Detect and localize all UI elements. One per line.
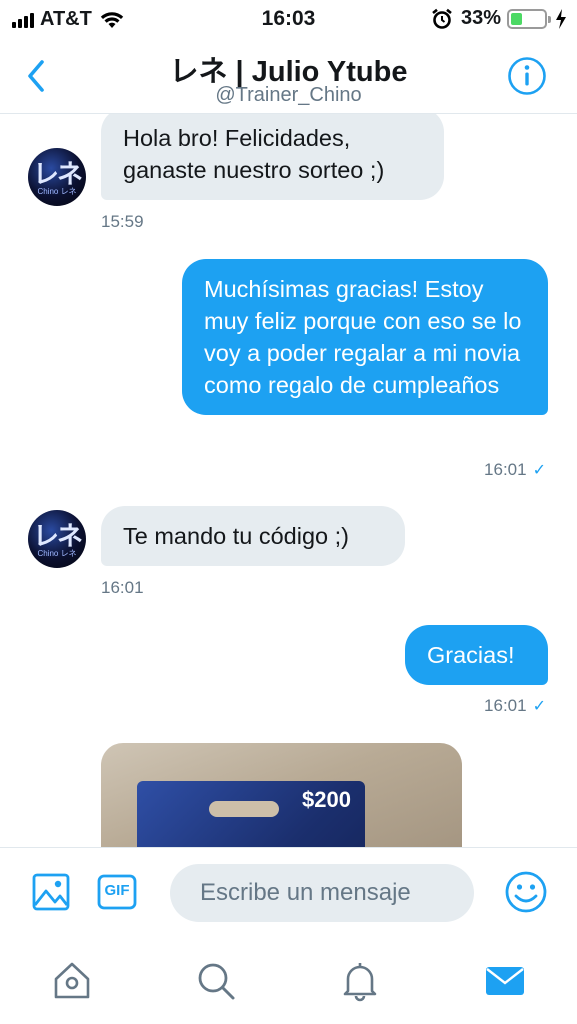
emoji-icon[interactable]	[504, 870, 548, 914]
battery-fill	[511, 12, 522, 25]
message-timestamp: 16:01	[101, 578, 144, 597]
charging-icon	[556, 8, 566, 29]
conversation-handle[interactable]: @Trainer_Chino	[0, 84, 577, 107]
avatar[interactable]: レネ Chino レネ	[28, 510, 86, 568]
card-hanger-hole	[209, 801, 279, 817]
image-icon[interactable]	[31, 872, 71, 912]
alarm-icon	[432, 8, 452, 29]
message-bubble-incoming[interactable]: Te mando tu código ;)	[101, 506, 405, 566]
image-message[interactable]: $200	[101, 743, 462, 847]
message-bubble-incoming[interactable]: Hola bro! Felicidades, ganaste nuestro s…	[101, 114, 444, 200]
gif-icon[interactable]: GIF	[97, 872, 137, 912]
message-timestamp: 15:59	[101, 212, 144, 231]
message-thread[interactable]: レネ Chino レネ Hola bro! Felicidades, ganas…	[0, 114, 577, 847]
message-bubble-outgoing[interactable]: Gracias!	[405, 625, 548, 685]
gift-card-image: $200	[137, 781, 365, 847]
battery-icon	[507, 8, 551, 29]
message-input[interactable]	[170, 864, 474, 922]
home-icon[interactable]	[50, 959, 94, 1003]
message-composer: GIF	[0, 847, 577, 939]
message-timestamp: 16:01	[484, 696, 527, 715]
gif-label: GIF	[104, 882, 130, 899]
tab-bar	[0, 939, 577, 1024]
messages-icon[interactable]	[483, 959, 527, 1003]
status-bar: AT&T 16:03 33%	[0, 0, 577, 38]
avatar-subtext: Chino レネ	[37, 549, 77, 558]
message-timestamp: 16:01	[484, 460, 527, 479]
message-bubble-outgoing[interactable]: Muchísimas gracias! Estoy muy feliz porq…	[182, 259, 548, 415]
avatar-subtext: Chino レネ	[37, 187, 77, 196]
message-status: 16:01 ✓	[484, 460, 546, 480]
status-right: 33%	[431, 7, 567, 30]
message-status: 16:01 ✓	[484, 696, 546, 716]
conversation-header: レネ | Julio Ytube @Trainer_Chino	[0, 38, 577, 114]
search-icon[interactable]	[194, 959, 238, 1003]
read-check-icon: ✓	[532, 462, 546, 479]
gift-card-amount: $200	[302, 787, 351, 812]
info-icon[interactable]	[507, 56, 547, 96]
avatar[interactable]: レネ Chino レネ	[28, 148, 86, 206]
notifications-icon[interactable]	[338, 959, 382, 1003]
battery-percent: 33%	[460, 7, 501, 29]
read-check-icon: ✓	[532, 698, 546, 715]
